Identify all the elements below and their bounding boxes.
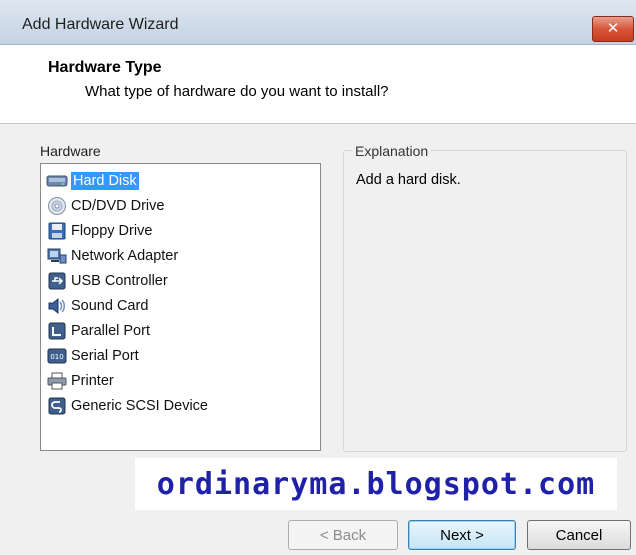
- scsi-icon: [46, 396, 68, 416]
- list-item-sound-card[interactable]: Sound Card: [46, 294, 148, 317]
- watermark-banner: ordinaryma.blogspot.com: [135, 458, 617, 510]
- list-item-cd-dvd-drive[interactable]: CD/DVD Drive: [46, 194, 164, 217]
- list-item-label: Hard Disk: [71, 171, 139, 190]
- list-item-hard-disk[interactable]: Hard Disk: [46, 169, 139, 192]
- usb-icon: [46, 271, 68, 291]
- cd-dvd-icon: [46, 196, 68, 216]
- list-item-usb-controller[interactable]: USB Controller: [46, 269, 168, 292]
- explanation-text: Add a hard disk.: [356, 172, 461, 188]
- parallel-port-icon: [46, 321, 68, 341]
- list-item-network-adapter[interactable]: Network Adapter: [46, 244, 178, 267]
- explanation-label: Explanation: [352, 143, 432, 159]
- close-button[interactable]: ✕: [592, 16, 634, 42]
- cancel-button[interactable]: Cancel: [527, 520, 631, 550]
- watermark-text: ordinaryma.blogspot.com: [156, 466, 596, 502]
- list-item-serial-port[interactable]: 010 Serial Port: [46, 344, 139, 367]
- list-item-label: Generic SCSI Device: [71, 397, 208, 414]
- add-hardware-wizard-window: Add Hardware Wizard ✕ Hardware Type What…: [0, 0, 636, 555]
- page-title: Hardware Type: [48, 59, 162, 76]
- list-item-parallel-port[interactable]: Parallel Port: [46, 319, 150, 342]
- list-item-floppy-drive[interactable]: Floppy Drive: [46, 219, 152, 242]
- list-item-label: Network Adapter: [71, 247, 179, 264]
- list-item-label: Printer: [71, 372, 114, 389]
- floppy-icon: [46, 221, 68, 241]
- network-adapter-icon: [46, 246, 68, 266]
- list-item-label: CD/DVD Drive: [71, 197, 165, 214]
- window-title: Add Hardware Wizard: [22, 16, 179, 33]
- back-button[interactable]: < Back: [288, 520, 398, 550]
- svg-text:010: 010: [50, 353, 63, 361]
- sound-icon: [46, 296, 68, 316]
- serial-port-icon: 010: [46, 346, 68, 366]
- list-item-label: Sound Card: [71, 297, 149, 314]
- wizard-header: Hardware Type What type of hardware do y…: [0, 45, 636, 124]
- page-subtitle: What type of hardware do you want to ins…: [85, 83, 389, 100]
- explanation-groupbox: [343, 150, 627, 452]
- hardware-label: Hardware: [40, 143, 101, 159]
- list-item-generic-scsi-device[interactable]: Generic SCSI Device: [46, 394, 208, 417]
- list-item-label: USB Controller: [71, 272, 168, 289]
- list-item-printer[interactable]: Printer: [46, 369, 114, 392]
- hard-disk-icon: [46, 171, 68, 191]
- list-item-label: Serial Port: [71, 347, 139, 364]
- list-item-label: Floppy Drive: [71, 222, 153, 239]
- printer-icon: [46, 371, 68, 391]
- hardware-listbox[interactable]: Hard Disk CD/DVD Drive Floppy Drive Netw…: [40, 163, 321, 451]
- next-button[interactable]: Next >: [408, 520, 516, 550]
- title-bar[interactable]: Add Hardware Wizard ✕: [0, 0, 636, 45]
- list-item-label: Parallel Port: [71, 322, 150, 339]
